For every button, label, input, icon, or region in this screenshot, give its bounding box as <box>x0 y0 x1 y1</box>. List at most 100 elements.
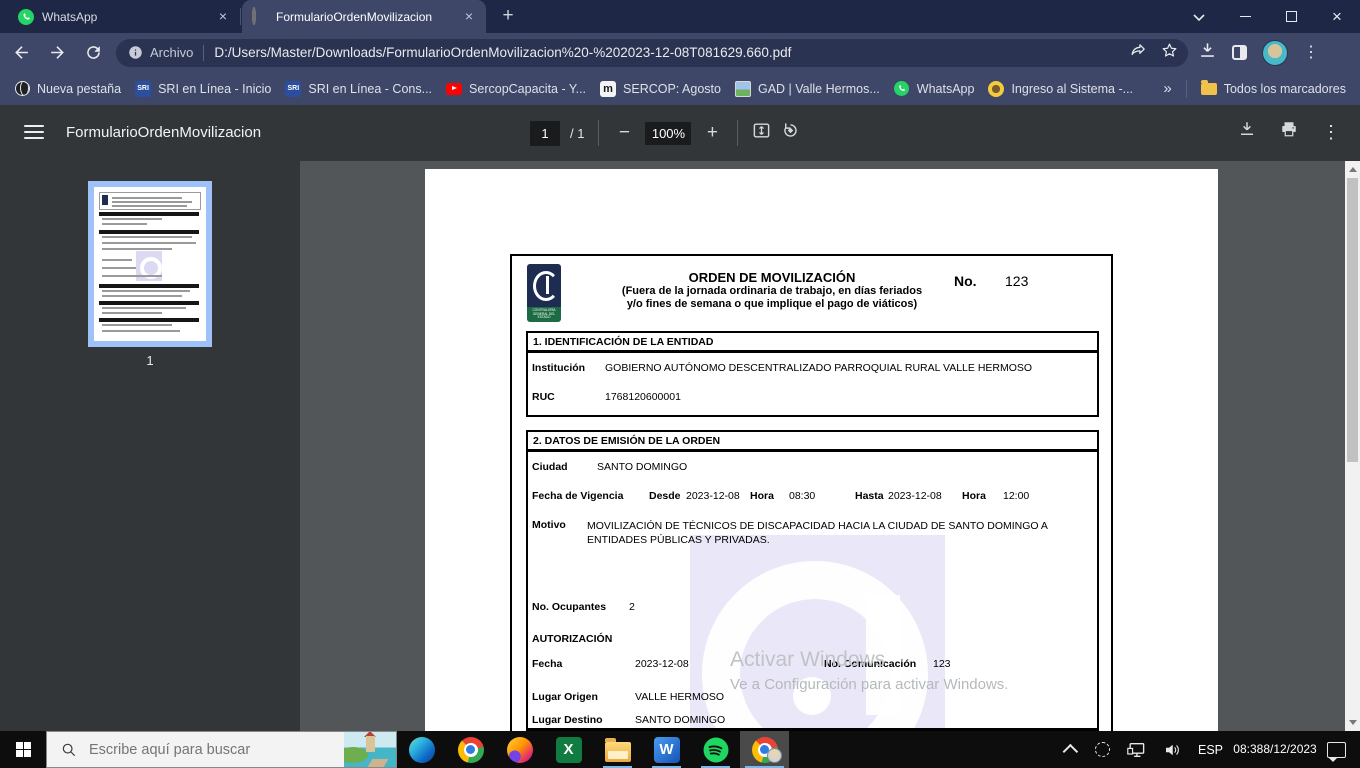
bookmarks-overflow-icon[interactable]: » <box>1163 80 1171 97</box>
bookmark-whatsapp[interactable]: WhatsApp <box>894 81 974 97</box>
tab-formulario-pdf[interactable]: FormularioOrdenMovilizacion × <box>242 0 486 33</box>
side-panel-icon[interactable] <box>1232 45 1247 60</box>
desde-value: 2023-12-08 <box>686 490 740 502</box>
section1-body: Institución GOBIERNO AUTÓNOMO DESCENTRAL… <box>526 351 1099 417</box>
profile-avatar[interactable] <box>1262 39 1288 66</box>
bookmark-gad-valle-hermoso[interactable]: GAD | Valle Hermos... <box>734 80 880 97</box>
tray-chevron-up-icon[interactable] <box>1062 743 1079 760</box>
zoom-level-display[interactable]: 100% <box>645 121 692 145</box>
tray-capture-icon[interactable] <box>1094 742 1110 757</box>
toolbar-divider <box>737 120 739 146</box>
folder-icon <box>1200 79 1217 95</box>
start-button[interactable] <box>0 731 46 768</box>
bookmark-star-icon[interactable] <box>1161 42 1178 64</box>
hasta-value: 2023-12-08 <box>888 490 942 502</box>
taskbar-firefox-icon[interactable] <box>495 731 544 768</box>
tab-whatsapp[interactable]: WhatsApp × <box>8 0 240 33</box>
page-number-input[interactable] <box>530 120 560 146</box>
fit-page-icon[interactable] <box>752 121 771 145</box>
url-scheme-label: Archivo <box>150 45 194 60</box>
browser-menu-icon[interactable]: ⋮ <box>1303 44 1319 61</box>
origen-label: Lugar Origen <box>532 691 598 703</box>
page-thumbnail[interactable] <box>88 181 212 347</box>
vertical-scrollbar[interactable] <box>1345 161 1360 731</box>
bookmark-sri-consultas[interactable]: SRI SRI en Línea - Cons... <box>285 80 432 97</box>
new-tab-button[interactable]: + <box>496 5 520 29</box>
restore-button[interactable] <box>1268 0 1314 33</box>
whatsapp-icon <box>18 8 34 25</box>
tab-close-icon[interactable]: × <box>460 8 478 26</box>
tray-network-icon[interactable] <box>1127 742 1146 758</box>
form-subtitle-line2: y/o fines de semana o que implique el pa… <box>626 298 918 311</box>
ruc-value: 1768120600001 <box>605 391 681 403</box>
form-no-value: 123 <box>1005 273 1029 289</box>
language-indicator[interactable]: ESP <box>1198 743 1223 757</box>
tab-search-button[interactable] <box>1176 0 1222 33</box>
bookmark-nueva-pestana[interactable]: Nueva pestaña <box>14 81 121 97</box>
fecha-value: 2023-12-08 <box>635 658 689 670</box>
pdf-page: CONTRALORÍA GENERAL DEL ESTADO ORDEN DE … <box>425 169 1218 731</box>
institucion-label: Institución <box>532 362 586 374</box>
vigencia-label: Fecha de Vigencia <box>532 490 624 502</box>
close-button[interactable]: × <box>1314 0 1360 33</box>
window-controls: × <box>1176 0 1360 33</box>
pdf-tab-icon <box>252 6 268 25</box>
tray-volume-icon[interactable] <box>1163 742 1181 758</box>
taskbar-chrome-active-icon[interactable] <box>740 731 789 768</box>
taskbar-spotify-icon[interactable] <box>691 731 740 768</box>
tray-date: 8/12/2023 <box>1263 741 1317 756</box>
address-bar: Archivo D:/Users/Master/Downloads/Formul… <box>0 33 1360 72</box>
tab-separator <box>240 8 241 25</box>
taskbar-chrome-icon[interactable] <box>446 731 495 768</box>
whatsapp-icon <box>894 81 910 97</box>
all-bookmarks-button[interactable]: Todos los marcadores <box>1200 79 1346 96</box>
pdf-print-icon[interactable] <box>1280 120 1298 143</box>
taskbar-search-box[interactable] <box>46 731 397 768</box>
pdf-toolbar: FormularioOrdenMovilizacion / 1 − 100% + <box>0 105 1360 161</box>
pdf-menu-icon[interactable] <box>24 125 44 139</box>
zoom-in-icon[interactable]: + <box>701 122 723 144</box>
download-icon[interactable] <box>1198 41 1217 65</box>
taskbar-excel-icon[interactable]: X <box>544 731 593 768</box>
ciudad-label: Ciudad <box>532 461 568 473</box>
taskbar-word-icon[interactable]: W <box>642 731 691 768</box>
scroll-up-icon[interactable] <box>1349 167 1357 172</box>
fecha-label: Fecha <box>532 658 563 670</box>
page-info-icon[interactable] <box>128 45 143 60</box>
rotate-icon[interactable] <box>781 121 800 145</box>
url-field[interactable]: Archivo D:/Users/Master/Downloads/Formul… <box>116 38 1188 67</box>
share-icon[interactable] <box>1130 42 1147 64</box>
scroll-down-icon[interactable] <box>1349 720 1357 725</box>
scrollbar-thumb[interactable] <box>1347 178 1358 462</box>
pdf-download-icon[interactable] <box>1238 120 1256 143</box>
minimize-button[interactable] <box>1222 0 1268 33</box>
moodle-icon: m <box>600 80 617 97</box>
taskbar-edge-icon[interactable] <box>397 731 446 768</box>
gad-site-icon <box>734 80 751 97</box>
motivo-value: MOVILIZACIÓN DE TÉCNICOS DE DISCAPACIDAD… <box>587 520 1048 547</box>
action-center-icon[interactable] <box>1327 741 1346 762</box>
form-title: ORDEN DE MOVILIZACIÓN <box>688 270 856 285</box>
pdf-menu-dots-icon[interactable]: ⋮ <box>1322 123 1340 141</box>
hora2-value: 12:00 <box>1003 490 1030 502</box>
bookmark-sercop-agosto[interactable]: m SERCOP: Agosto <box>600 80 721 97</box>
search-input[interactable] <box>87 740 321 759</box>
section-divider-line <box>526 728 1099 731</box>
form-outer-box: CONTRALORÍA GENERAL DEL ESTADO ORDEN DE … <box>510 254 1113 731</box>
ciudad-value: SANTO DOMINGO <box>597 461 688 473</box>
bookmark-sercopcapacita[interactable]: SercopCapacita - Y... <box>446 81 586 97</box>
forward-icon[interactable] <box>42 38 72 68</box>
youtube-icon <box>446 81 463 97</box>
taskbar-explorer-icon[interactable] <box>593 731 642 768</box>
search-icon <box>61 742 77 758</box>
bookmark-ingreso-sistema[interactable]: Ingreso al Sistema -... <box>988 80 1133 97</box>
back-icon[interactable] <box>6 38 36 68</box>
motivo-label: Motivo <box>532 519 566 531</box>
bookmark-sri-inicio[interactable]: SRI SRI en Línea - Inicio <box>135 80 271 97</box>
search-box-illustration[interactable] <box>344 732 396 767</box>
tab-close-icon[interactable]: × <box>214 8 232 26</box>
reload-icon[interactable] <box>78 38 108 68</box>
clock[interactable]: 08:38 8/12/2023 <box>1233 742 1316 758</box>
zoom-out-icon[interactable]: − <box>613 122 635 144</box>
sri-icon: SRI <box>285 80 302 97</box>
